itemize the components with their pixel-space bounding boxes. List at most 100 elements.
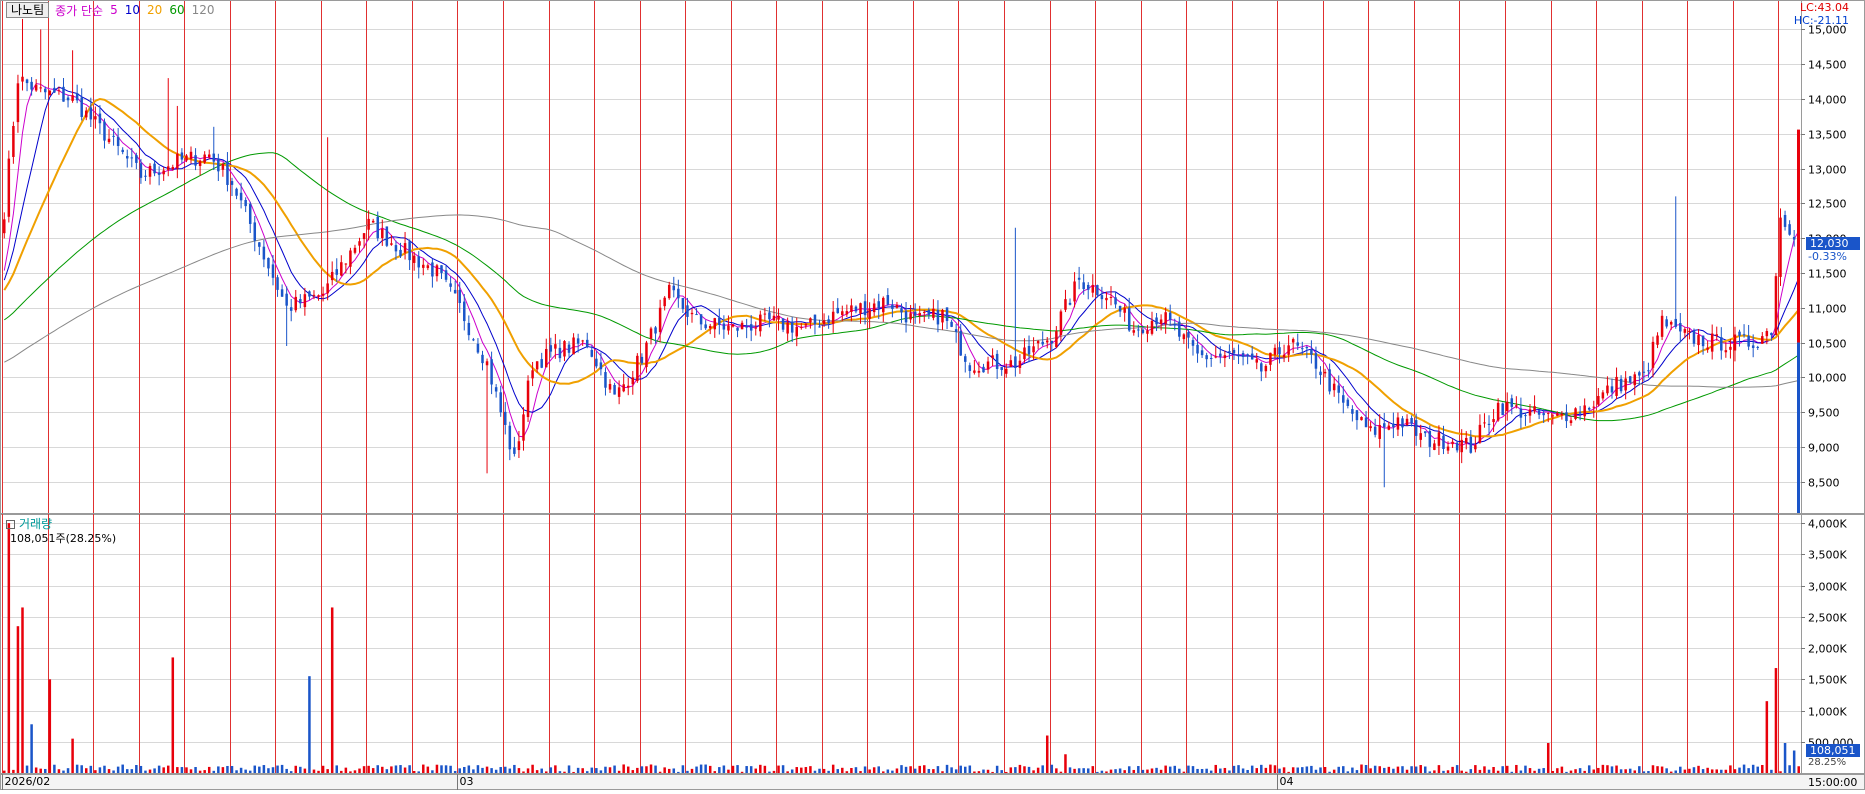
volume-tick-label: 2,000K [1808, 643, 1847, 656]
volume-bar [1437, 765, 1441, 773]
stock-chart[interactable]: 15,00014,50014,00013,50013,00012,50012,0… [0, 0, 1865, 790]
volume-bar [1747, 768, 1750, 773]
candle-body [1551, 415, 1555, 417]
volume-bar [30, 724, 33, 773]
volume-bar [1100, 770, 1104, 773]
candle [135, 152, 138, 170]
candle [1100, 286, 1104, 309]
candle-body [1601, 392, 1605, 399]
volume-bar [1487, 769, 1491, 773]
candle-body [1187, 332, 1190, 338]
volume-bar [125, 769, 129, 773]
candle-body [950, 321, 953, 327]
candle-body [535, 361, 539, 370]
volume-bar [1761, 764, 1764, 773]
candle-body [1323, 371, 1327, 374]
candle-body [1761, 336, 1764, 344]
candle-body [854, 306, 858, 312]
volume-bar [1642, 771, 1646, 773]
price-tick-label: 13,000 [1808, 164, 1847, 177]
volume-bar [1255, 768, 1258, 773]
candle [1501, 402, 1504, 416]
candle [1569, 417, 1573, 426]
volume-bar [1159, 769, 1163, 773]
candle-body [1032, 346, 1035, 353]
volume-bar [731, 765, 735, 773]
candle-body [1565, 412, 1568, 422]
candle-body [995, 353, 999, 369]
volume-bar [1396, 766, 1400, 773]
volume-bar [1724, 769, 1728, 773]
candle-body [513, 447, 516, 454]
volume-bar [558, 771, 562, 773]
volume-bar [1492, 766, 1495, 773]
candle-body [1196, 344, 1199, 354]
candle [1424, 431, 1427, 437]
stock-name-button[interactable]: 나노팀 [6, 2, 50, 18]
volume-bar [153, 768, 156, 773]
volume-bar [16, 626, 20, 773]
volume-bar [1050, 764, 1054, 773]
candle [1023, 338, 1026, 363]
candle-body [1510, 398, 1514, 407]
volume-bar [25, 765, 29, 773]
volume-bar [672, 768, 676, 773]
candle-body [585, 339, 589, 347]
candle [941, 308, 944, 330]
volume-bar [1096, 771, 1099, 773]
candle [1710, 324, 1714, 360]
candle [608, 379, 612, 393]
volume-toggle-icon[interactable] [6, 520, 15, 529]
volume-bar [1647, 771, 1650, 773]
candle [1205, 352, 1208, 368]
candle [1747, 324, 1750, 351]
candle-body [80, 97, 83, 117]
candle [75, 84, 79, 104]
candle-body [1077, 277, 1081, 280]
candle-body [1492, 419, 1495, 423]
volume-bar [340, 770, 343, 773]
candle-body [681, 297, 685, 310]
candle-body [1045, 340, 1049, 343]
ma60-line [4, 152, 1799, 422]
volume-bar [950, 767, 953, 773]
x-tick-label: 03 [460, 775, 474, 788]
candle [112, 128, 115, 146]
candle-body [1597, 396, 1600, 405]
candle [1041, 331, 1044, 347]
candle [289, 298, 293, 322]
volume-bar [1260, 764, 1263, 773]
candle-body [1642, 371, 1646, 373]
candle [1615, 367, 1618, 400]
x-tick-label: 04 [1280, 775, 1294, 788]
volume-bar [198, 770, 202, 773]
candle [34, 79, 38, 92]
candle [308, 290, 311, 300]
price-tick-label: 9,500 [1808, 407, 1840, 420]
candle-body [932, 308, 935, 318]
candle [98, 105, 102, 135]
candle-body [1219, 353, 1222, 357]
candle [444, 265, 448, 283]
candle [982, 363, 985, 373]
volume-bar [617, 770, 621, 773]
candle [882, 296, 885, 322]
candle-body [804, 323, 808, 326]
volume-bar [1032, 770, 1035, 773]
ma10-label: 10 [124, 3, 141, 17]
candle-body [1269, 352, 1272, 365]
candle [166, 78, 170, 177]
volume-bar [991, 771, 994, 773]
candle-body [362, 233, 366, 240]
candle-body [863, 301, 867, 316]
candle-body [1296, 342, 1299, 346]
candle [645, 340, 648, 373]
candle-body [1068, 302, 1072, 305]
candle-body [1305, 346, 1309, 349]
volume-bar [1505, 765, 1509, 773]
volume-bar [1733, 769, 1737, 773]
chart-svg[interactable]: 15,00014,50014,00013,50013,00012,50012,0… [0, 0, 1865, 790]
candle-body [786, 322, 789, 334]
volume-bar [545, 771, 548, 773]
volume-bar [977, 771, 981, 773]
